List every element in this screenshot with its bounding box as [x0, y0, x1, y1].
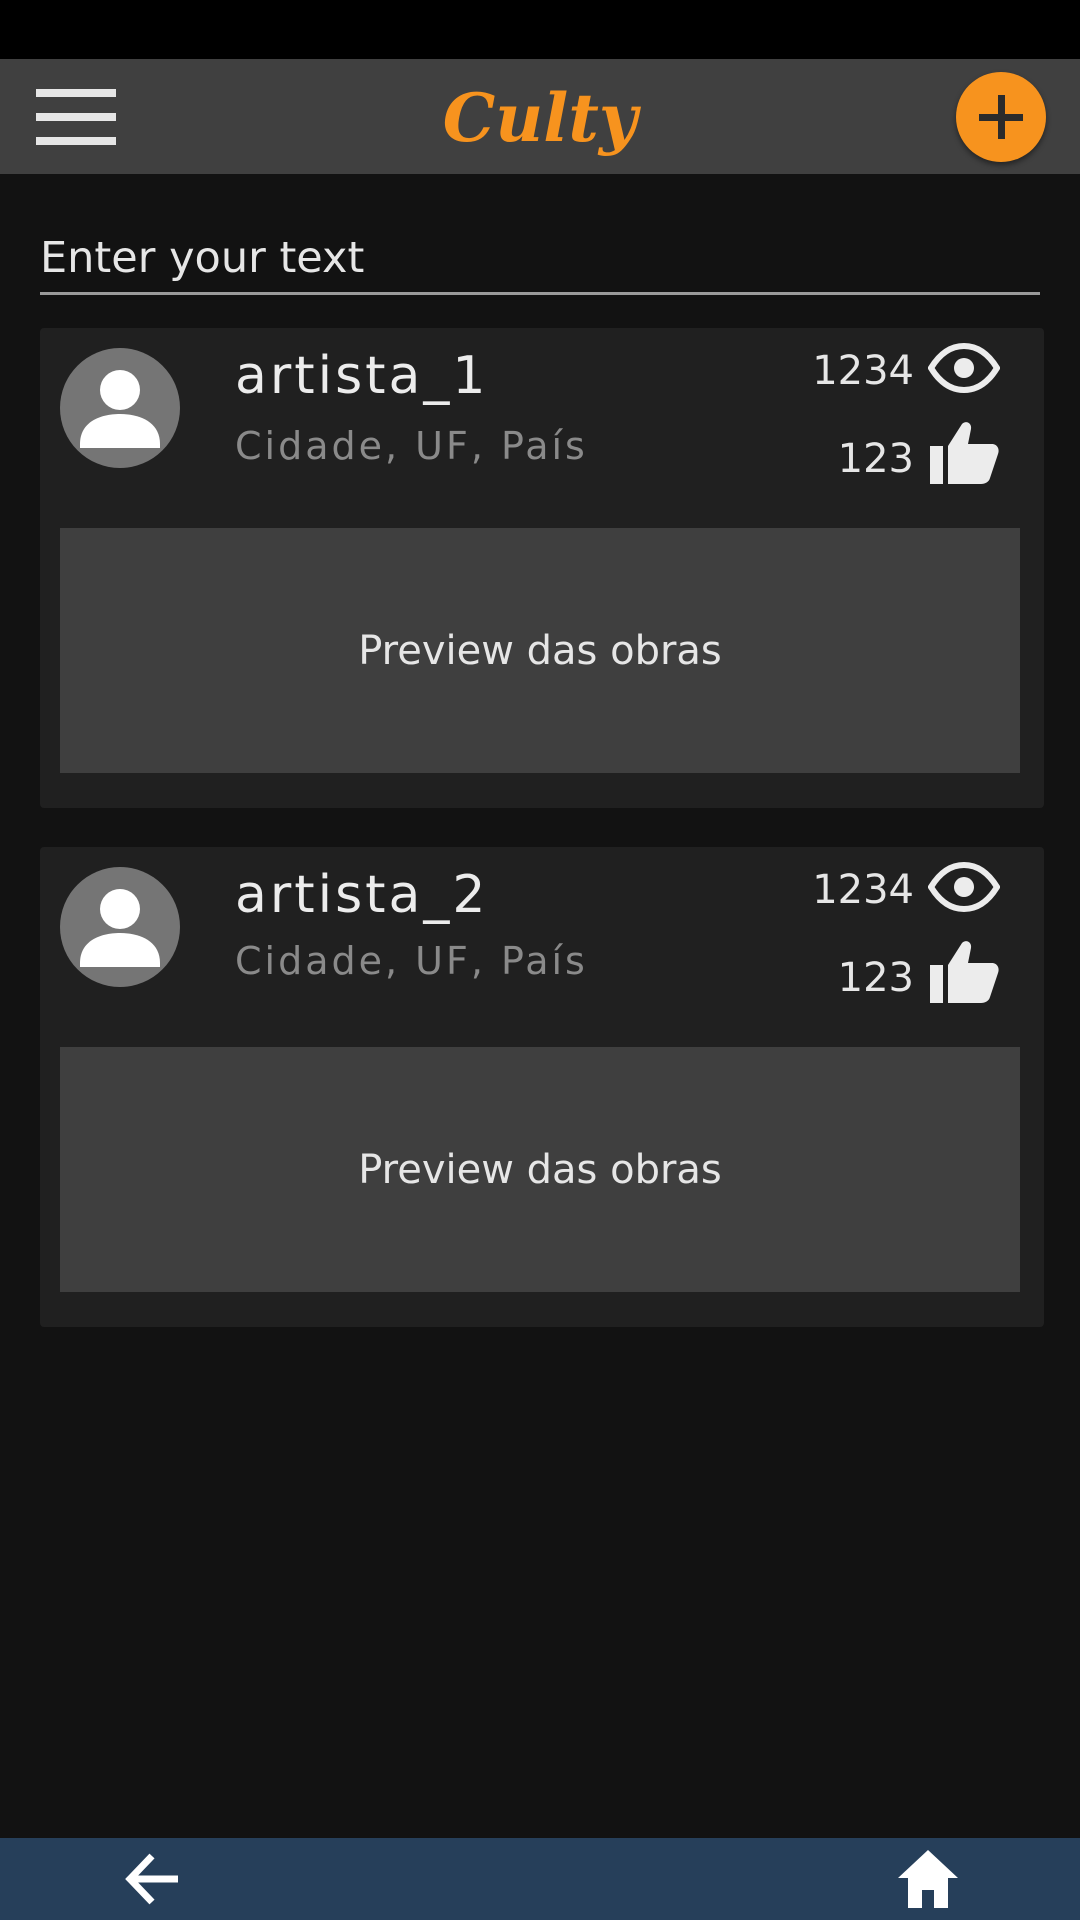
person-icon [80, 889, 160, 967]
search-field[interactable] [40, 225, 1040, 295]
status-bar [0, 0, 1080, 59]
app-bar: Culty [0, 59, 1080, 174]
app-title: Culty [442, 79, 638, 157]
avatar [60, 867, 180, 987]
artist-location: Cidade, UF, País [235, 424, 588, 468]
artwork-preview[interactable]: Preview das obras [60, 528, 1020, 773]
menu-button[interactable] [36, 89, 116, 145]
artist-name[interactable]: artista_2 [235, 865, 489, 925]
add-button[interactable] [956, 72, 1046, 162]
avatar [60, 348, 180, 468]
views-count: 1234 [812, 348, 914, 394]
views-count: 1234 [812, 867, 914, 913]
bottom-navigation-bar [0, 1838, 1080, 1920]
eye-icon [928, 342, 1000, 394]
arrow-left-icon [125, 1853, 178, 1905]
search-input[interactable] [40, 225, 1040, 291]
artist-location: Cidade, UF, País [235, 939, 588, 983]
home-button[interactable] [896, 1848, 960, 1914]
eye-icon [928, 861, 1000, 913]
artist-card[interactable]: artista_2 Cidade, UF, País 1234 123 Prev… [40, 847, 1044, 1327]
likes-count: 123 [837, 436, 914, 482]
artist-card[interactable]: artista_1 Cidade, UF, País 1234 123 Prev… [40, 328, 1044, 808]
back-button[interactable] [122, 1852, 180, 1910]
plus-icon [979, 95, 1023, 139]
thumbs-up-icon[interactable] [928, 939, 1000, 1005]
artist-name[interactable]: artista_1 [235, 346, 489, 406]
thumbs-up-icon[interactable] [928, 420, 1000, 486]
likes-count: 123 [837, 955, 914, 1001]
artwork-preview[interactable]: Preview das obras [60, 1047, 1020, 1292]
person-icon [80, 370, 160, 448]
home-icon [898, 1850, 958, 1908]
